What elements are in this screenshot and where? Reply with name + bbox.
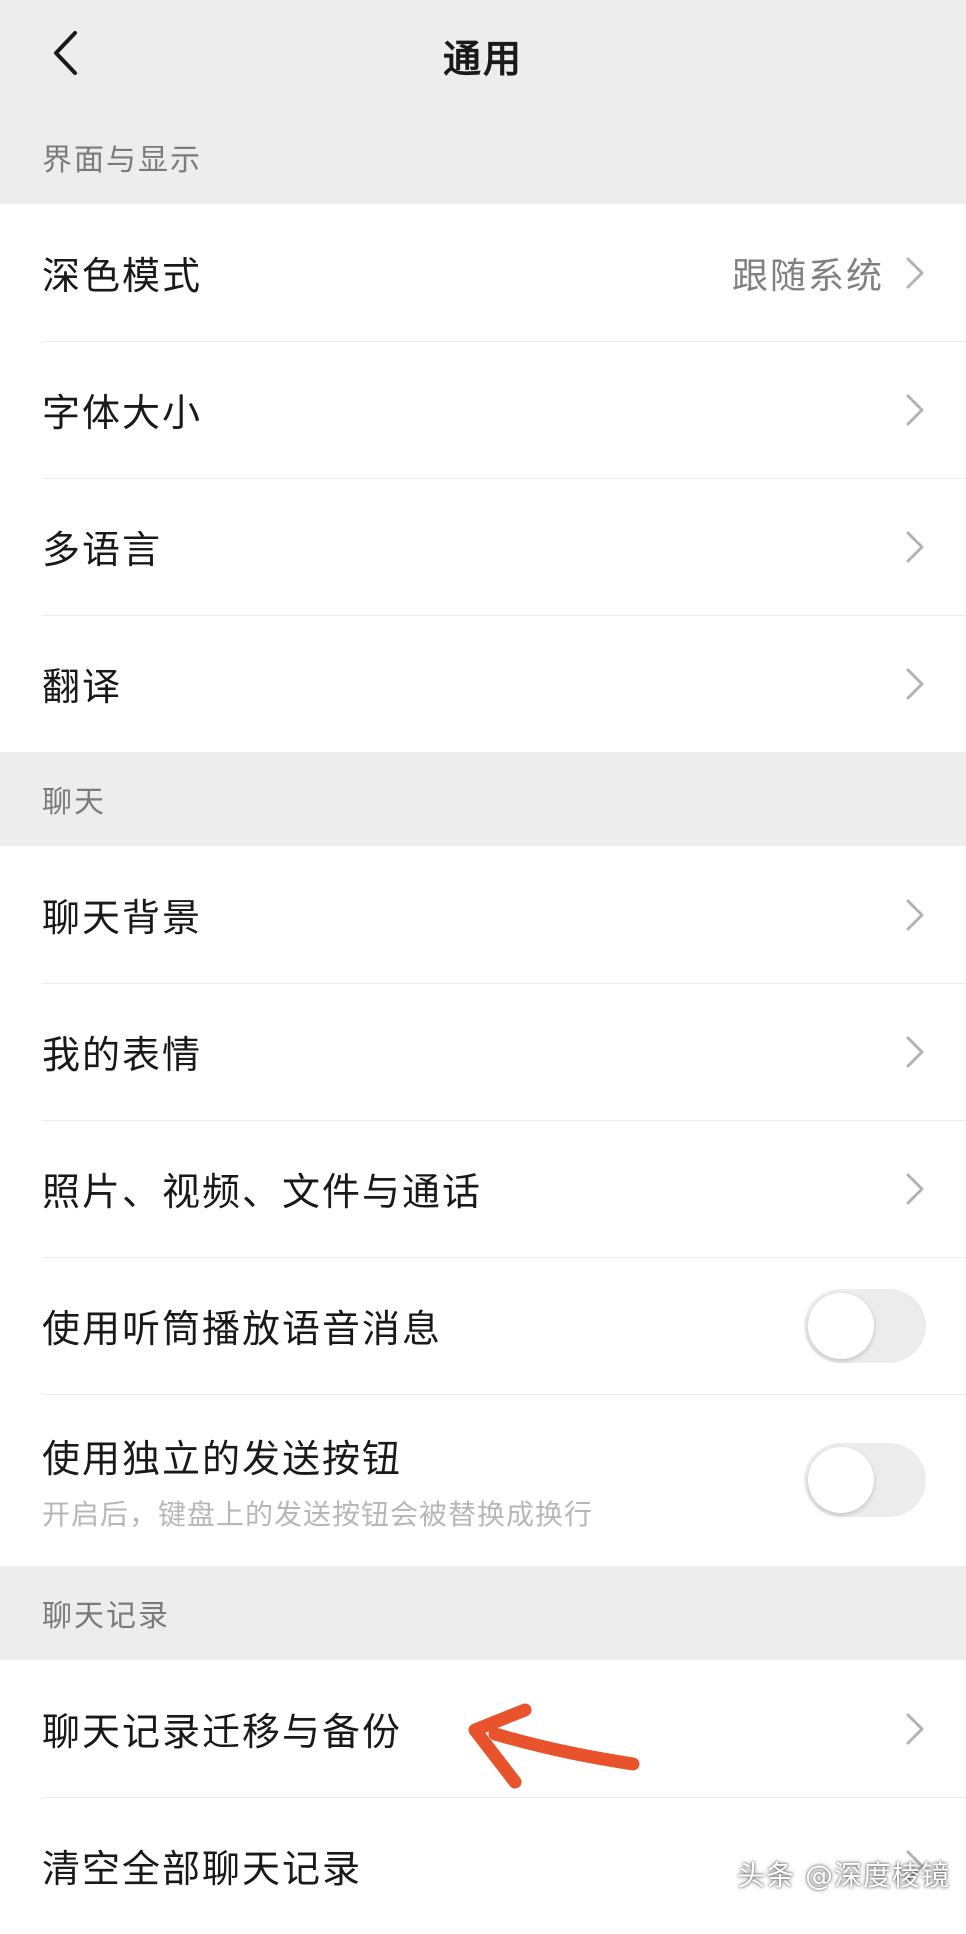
navigation-bar: 通用 bbox=[0, 0, 966, 110]
setting-label: 清空全部聊天记录 bbox=[42, 1847, 363, 1891]
chevron-right-icon bbox=[906, 899, 924, 930]
setting-row-my-stickers[interactable]: 我的表情 bbox=[0, 983, 966, 1120]
chevron-right-icon bbox=[906, 394, 924, 425]
setting-label: 聊天背景 bbox=[42, 896, 203, 940]
watermark: 头条 @深度棱镜 bbox=[737, 1859, 950, 1892]
chevron-right-icon bbox=[906, 531, 924, 562]
setting-row-font-size[interactable]: 字体大小 bbox=[0, 341, 966, 478]
setting-label: 字体大小 bbox=[42, 391, 203, 435]
hand-drawn-arrow-icon bbox=[468, 1703, 640, 1789]
settings-group-display: 深色模式 跟随系统 字体大小 多语言 翻译 bbox=[0, 204, 966, 752]
toggle-knob bbox=[808, 1447, 874, 1513]
setting-label: 使用独立的发送按钮 bbox=[42, 1436, 403, 1481]
chevron-right-icon bbox=[906, 668, 924, 699]
setting-label: 深色模式 bbox=[42, 254, 203, 298]
setting-row-dark-mode[interactable]: 深色模式 跟随系统 bbox=[0, 204, 966, 341]
setting-label: 多语言 bbox=[42, 528, 163, 572]
setting-label: 翻译 bbox=[42, 665, 123, 709]
setting-row-media-files[interactable]: 照片、视频、文件与通话 bbox=[0, 1120, 966, 1257]
setting-description: 开启后，键盘上的发送按钮会被替换成换行 bbox=[42, 1497, 594, 1531]
send-button-toggle[interactable] bbox=[804, 1443, 926, 1517]
setting-row-earpiece: 使用听筒播放语音消息 bbox=[0, 1257, 966, 1394]
setting-label: 聊天记录迁移与备份 bbox=[42, 1710, 403, 1754]
setting-label: 使用听筒播放语音消息 bbox=[42, 1307, 443, 1351]
settings-group-chat: 聊天背景 我的表情 照片、视频、文件与通话 使用听筒播放语音消息 使用独立的发送… bbox=[0, 846, 966, 1566]
toggle-knob bbox=[808, 1292, 874, 1359]
setting-value: 跟随系统 bbox=[731, 255, 884, 297]
setting-row-language[interactable]: 多语言 bbox=[0, 478, 966, 615]
section-header-chat: 聊天 bbox=[42, 785, 106, 820]
earpiece-toggle[interactable] bbox=[804, 1288, 926, 1363]
page-title: 通用 bbox=[442, 37, 523, 81]
setting-label: 我的表情 bbox=[42, 1033, 203, 1077]
section-header-display: 界面与显示 bbox=[42, 143, 202, 178]
setting-row-translate[interactable]: 翻译 bbox=[0, 615, 966, 752]
setting-row-chat-background[interactable]: 聊天背景 bbox=[0, 846, 966, 983]
chevron-right-icon bbox=[906, 1173, 924, 1204]
chevron-right-icon bbox=[906, 1713, 924, 1744]
chevron-right-icon bbox=[906, 1036, 924, 1067]
setting-label: 照片、视频、文件与通话 bbox=[42, 1170, 483, 1214]
chevron-right-icon bbox=[906, 257, 924, 288]
section-header-history: 聊天记录 bbox=[42, 1599, 170, 1634]
setting-row-send-button: 使用独立的发送按钮 开启后，键盘上的发送按钮会被替换成换行 bbox=[0, 1394, 966, 1566]
